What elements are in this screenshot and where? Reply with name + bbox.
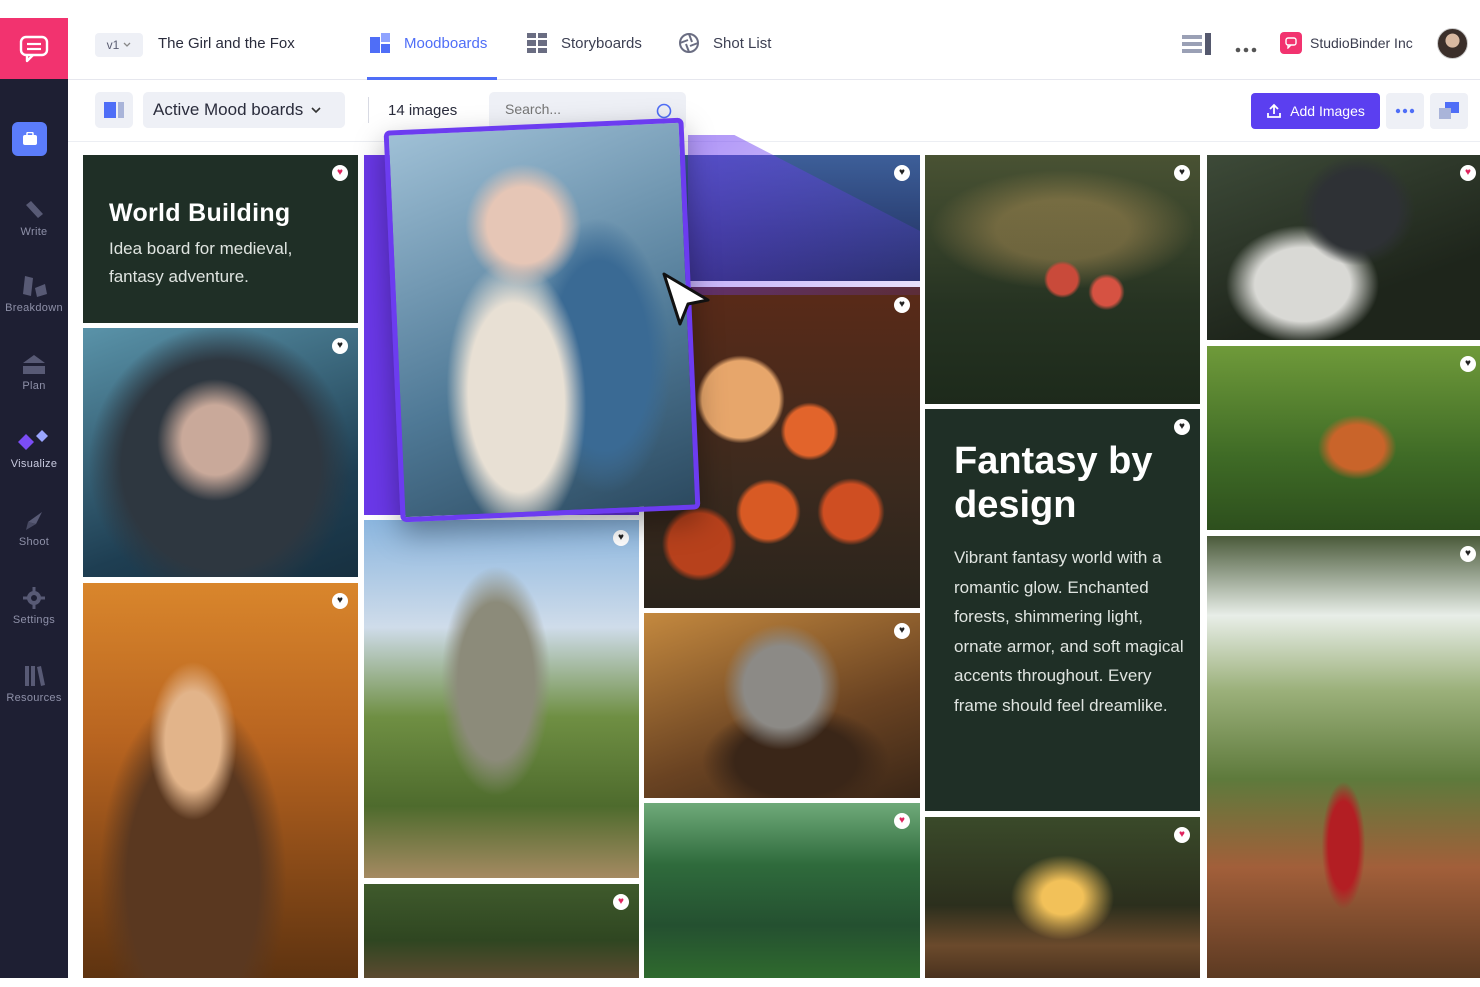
heart-icon[interactable]: ♥ bbox=[894, 297, 910, 313]
sidebar-item-label: Write bbox=[20, 226, 48, 238]
company-switcher[interactable]: StudioBinder Inc bbox=[1280, 32, 1413, 54]
search-input[interactable] bbox=[505, 101, 645, 117]
moodboard-image-red-riding-hood[interactable]: ♥ bbox=[1207, 536, 1480, 978]
image-count: 14 images bbox=[388, 102, 458, 119]
toolbar-divider bbox=[368, 97, 369, 123]
upload-icon bbox=[1267, 103, 1282, 118]
more-options-button[interactable] bbox=[1235, 40, 1257, 58]
briefcase-button[interactable] bbox=[12, 122, 47, 156]
tab-label: Moodboards bbox=[404, 34, 488, 52]
card-subtitle: Idea board for medieval, fantasy adventu… bbox=[109, 239, 293, 286]
visualize-icon bbox=[18, 430, 48, 450]
card-subtitle: Vibrant fantasy world with a romantic gl… bbox=[954, 548, 1184, 715]
version-select[interactable]: v1 bbox=[95, 33, 143, 57]
shoot-icon bbox=[26, 512, 42, 530]
moodboard-image-witch[interactable]: ♥ bbox=[83, 328, 358, 577]
heart-icon[interactable]: ♥ bbox=[894, 623, 910, 639]
company-logo-icon bbox=[1280, 32, 1302, 54]
cursor-arrow-icon bbox=[662, 272, 710, 326]
breakdown-icon bbox=[23, 276, 47, 297]
studiobinder-logo[interactable] bbox=[0, 18, 68, 79]
sidebar-item-shoot[interactable]: Shoot bbox=[0, 506, 68, 548]
heart-icon[interactable]: ♥ bbox=[1174, 165, 1190, 181]
sidebar-item-label: Settings bbox=[12, 614, 56, 626]
sidebar-item-label: Plan bbox=[22, 380, 46, 392]
tab-label: Shot List bbox=[713, 34, 772, 52]
split-view-icon bbox=[104, 102, 124, 118]
board-filter-label: Active Mood boards bbox=[153, 100, 304, 119]
aperture-icon bbox=[679, 33, 699, 53]
tab-storyboards[interactable]: Storyboards bbox=[527, 33, 642, 53]
project-title: The Girl and the Fox bbox=[158, 35, 295, 52]
moodboard-image-knight[interactable]: ♥ bbox=[644, 613, 920, 798]
sidebar-item-label: Visualize bbox=[10, 458, 58, 470]
sidebar-item-visualize[interactable]: Visualize bbox=[0, 428, 68, 470]
fantasy-card[interactable]: Fantasy by design Vibrant fantasy world … bbox=[925, 409, 1200, 811]
sidebar-item-write[interactable]: Write bbox=[0, 196, 68, 238]
tab-moodboards[interactable]: Moodboards bbox=[370, 33, 487, 53]
chevron-down-icon bbox=[123, 42, 131, 47]
tab-shot-list[interactable]: Shot List bbox=[679, 33, 771, 53]
more-dots-icon bbox=[1395, 108, 1415, 114]
chevron-down-icon bbox=[311, 106, 321, 113]
moodboard-image-knight-horse[interactable]: ♥ bbox=[1207, 155, 1480, 340]
sidebar-item-label: Breakdown bbox=[5, 302, 63, 314]
add-images-button[interactable]: Add Images bbox=[1251, 93, 1380, 129]
heart-icon[interactable]: ♥ bbox=[1460, 546, 1476, 562]
moodboard-image-green-forest[interactable]: ♥ bbox=[644, 803, 920, 978]
moodboard-image-forest-path[interactable]: ♥ bbox=[364, 884, 639, 978]
chat-logo-icon bbox=[19, 35, 49, 62]
briefcase-icon bbox=[22, 132, 37, 145]
storyboard-icon bbox=[527, 33, 547, 53]
moodboard-icon bbox=[370, 33, 390, 53]
sidebar-item-breakdown[interactable]: Breakdown bbox=[0, 272, 68, 314]
tab-label: Storyboards bbox=[561, 34, 642, 52]
more-dots-icon bbox=[1235, 47, 1257, 53]
sidebar: Write Breakdown Plan Visualize Shoot Set… bbox=[0, 18, 68, 978]
pen-icon bbox=[26, 201, 43, 218]
heart-icon[interactable]: ♥ bbox=[894, 165, 910, 181]
view-toggle-button[interactable] bbox=[95, 92, 133, 128]
sidebar-item-label: Shoot bbox=[18, 536, 50, 548]
heart-icon[interactable]: ♥ bbox=[613, 530, 629, 546]
add-images-label: Add Images bbox=[1290, 103, 1365, 119]
sidebar-item-resources[interactable]: Resources bbox=[0, 662, 68, 704]
card-title: World Building bbox=[109, 199, 291, 227]
heart-icon[interactable]: ♥ bbox=[894, 813, 910, 829]
heart-icon[interactable]: ♥ bbox=[332, 593, 348, 609]
present-icon bbox=[1439, 102, 1459, 119]
heart-icon[interactable]: ♥ bbox=[1174, 419, 1190, 435]
panel-layout-icon bbox=[1182, 33, 1211, 55]
sidebar-item-label: Resources bbox=[6, 692, 62, 704]
books-icon bbox=[25, 666, 45, 686]
version-label: v1 bbox=[106, 38, 120, 52]
moodboard-image-magic-book[interactable]: ♥ bbox=[925, 817, 1200, 978]
card-title: Fantasy by design bbox=[954, 440, 1153, 526]
moodboard-toolbar: Active Mood boards 14 images Add Images bbox=[68, 80, 1480, 142]
board-more-button[interactable] bbox=[1386, 93, 1424, 129]
moodboard-image-castle[interactable]: ♥ bbox=[364, 520, 639, 878]
heart-icon[interactable]: ♥ bbox=[1460, 356, 1476, 372]
panel-toggle-button[interactable] bbox=[1182, 33, 1212, 60]
heart-icon[interactable]: ♥ bbox=[332, 338, 348, 354]
heart-icon[interactable]: ♥ bbox=[613, 894, 629, 910]
sidebar-item-settings[interactable]: Settings bbox=[0, 584, 68, 626]
world-building-card[interactable]: World Building Idea board for medieval, … bbox=[83, 155, 358, 323]
sidebar-item-plan[interactable]: Plan bbox=[0, 350, 68, 392]
moodboard-image-rider[interactable]: ♥ bbox=[83, 583, 358, 978]
heart-icon[interactable]: ♥ bbox=[332, 165, 348, 181]
moodboard-image-fox[interactable]: ♥ bbox=[1207, 346, 1480, 530]
company-name: StudioBinder Inc bbox=[1310, 35, 1413, 51]
plan-icon bbox=[23, 355, 45, 374]
moodboard-image-forest-mushrooms[interactable]: ♥ bbox=[925, 155, 1200, 404]
heart-icon[interactable]: ♥ bbox=[1174, 827, 1190, 843]
search-icon[interactable] bbox=[656, 103, 672, 119]
board-filter-dropdown[interactable]: Active Mood boards bbox=[143, 92, 345, 128]
heart-icon[interactable]: ♥ bbox=[1460, 165, 1476, 181]
present-button[interactable] bbox=[1430, 93, 1468, 129]
gear-icon bbox=[23, 587, 45, 609]
user-avatar[interactable] bbox=[1437, 28, 1468, 59]
top-bar: v1 The Girl and the Fox Moodboards Story… bbox=[68, 18, 1480, 80]
dragged-image-couple[interactable] bbox=[383, 117, 701, 523]
